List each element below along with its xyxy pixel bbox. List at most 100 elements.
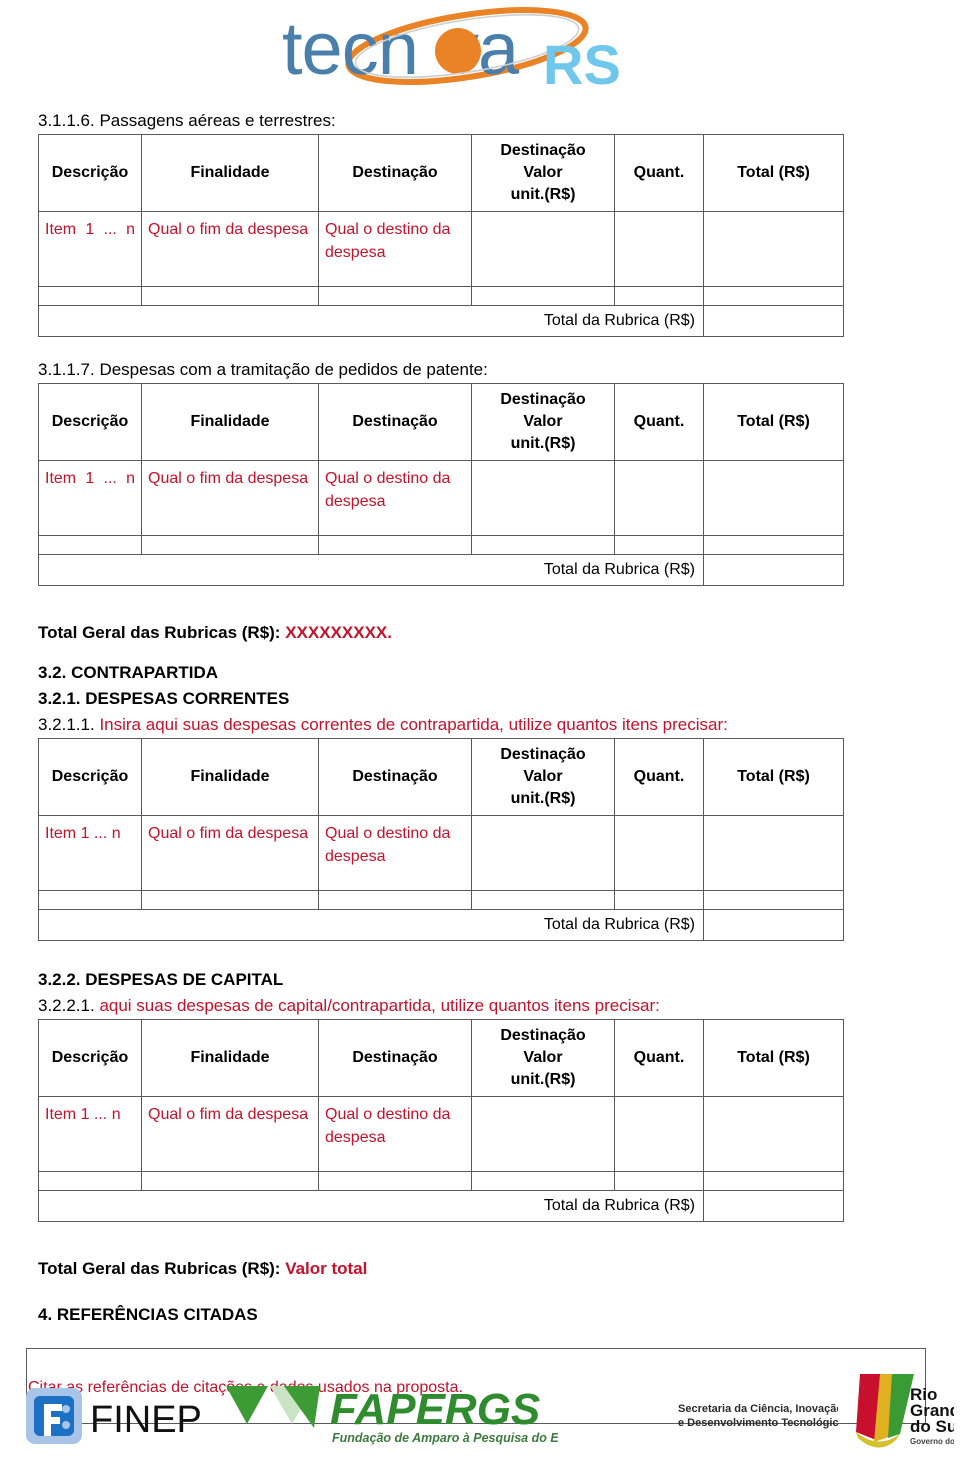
cell-descricao[interactable]: Item 1 ... n <box>38 211 142 287</box>
tecnova-rs-logo-svg: tecn va RS <box>282 7 621 96</box>
cell-finalidade-blank[interactable] <box>141 286 319 306</box>
cell-descricao[interactable]: Item 1 ... n <box>38 460 142 536</box>
col-destinacao: Destinação <box>318 738 472 816</box>
cell-quant-blank[interactable] <box>614 890 704 910</box>
col-quant: Quant. <box>614 134 704 212</box>
rubrica-label: Total da Rubrica (R$) <box>38 1190 704 1222</box>
rubrica-value[interactable] <box>703 554 844 586</box>
cell-valor-blank[interactable] <box>471 535 615 555</box>
svg-text:e Desenvolvimento Tecnológico: e Desenvolvimento Tecnológico <box>678 1417 838 1429</box>
cell-quant-blank[interactable] <box>614 1171 704 1191</box>
table-row-rubrica: Total da Rubrica (R$) <box>38 1190 844 1222</box>
cell-descricao-blank[interactable] <box>38 1171 142 1191</box>
cell-total[interactable] <box>703 815 844 891</box>
cell-valor-unit[interactable] <box>471 1096 615 1172</box>
table-row-blank <box>38 286 844 306</box>
svg-text:RS: RS <box>543 33 621 96</box>
col-valor-line2: Valor <box>523 164 563 181</box>
cell-finalidade[interactable]: Qual o fim da despesa <box>141 1096 319 1172</box>
cell-finalidade-blank[interactable] <box>141 1171 319 1191</box>
cell-quant[interactable] <box>614 1096 704 1172</box>
cell-valor-unit[interactable] <box>471 815 615 891</box>
cell-quant[interactable] <box>614 211 704 287</box>
col-descricao: Descrição <box>38 134 142 212</box>
cell-destinacao[interactable]: Qual o destino da despesa <box>318 460 472 536</box>
cell-finalidade-line1: Qual o fim da <box>148 221 244 238</box>
col-finalidade: Finalidade <box>141 1019 319 1097</box>
cell-destinacao-blank[interactable] <box>318 890 472 910</box>
cell-destinacao[interactable]: Qual o destino da despesa <box>318 1096 472 1172</box>
cell-valor-unit[interactable] <box>471 211 615 287</box>
cell-valor-blank[interactable] <box>471 890 615 910</box>
col-valor-line1: Destinação <box>500 391 586 408</box>
col-descricao: Descrição <box>38 383 142 461</box>
rubrica-label: Total da Rubrica (R$) <box>38 305 704 337</box>
cell-destinacao[interactable]: Qual o destino da despesa <box>318 815 472 891</box>
table-row: Item 1 ... n Qual o fim da despesa Qual … <box>38 211 844 287</box>
heading-3-2-1-1-text: Insira aqui suas despesas correntes de c… <box>94 715 728 734</box>
cell-total[interactable] <box>703 1096 844 1172</box>
cell-total[interactable] <box>703 460 844 536</box>
cell-descricao-line1: Item 1 ... <box>45 470 117 487</box>
table-row-rubrica: Total da Rubrica (R$) <box>38 554 844 586</box>
cell-quant-blank[interactable] <box>614 535 704 555</box>
cell-valor-unit[interactable] <box>471 460 615 536</box>
cell-total-blank[interactable] <box>703 286 844 306</box>
footer-logo-band: FINEP FAPERGS Fundação de Amparo à Pesqu… <box>0 1374 960 1460</box>
heading-3-2-1: 3.2.1. DESPESAS CORRENTES <box>38 689 290 708</box>
svg-text:Fundação de Amparo à Pesquisa: Fundação de Amparo à Pesquisa do Estado … <box>332 1431 558 1445</box>
cell-valor-blank[interactable] <box>471 286 615 306</box>
cell-finalidade-blank[interactable] <box>141 535 319 555</box>
cell-total[interactable] <box>703 211 844 287</box>
cell-descricao-blank[interactable] <box>38 286 142 306</box>
rubrica-value[interactable] <box>703 305 844 337</box>
cell-total-blank[interactable] <box>703 535 844 555</box>
cell-total-blank[interactable] <box>703 890 844 910</box>
rubrica-label: Total da Rubrica (R$) <box>38 909 704 941</box>
cell-valor-blank[interactable] <box>471 1171 615 1191</box>
cell-descricao-line2: n <box>126 470 135 487</box>
heading-3-1-1-7: 3.1.1.7. Despesas com a tramitação de pe… <box>0 357 960 383</box>
col-finalidade: Finalidade <box>141 383 319 461</box>
col-finalidade: Finalidade <box>141 738 319 816</box>
cell-finalidade-blank[interactable] <box>141 890 319 910</box>
cell-descricao[interactable]: Item 1 ... n <box>38 815 142 891</box>
cell-quant[interactable] <box>614 460 704 536</box>
heading-3-2: 3.2. CONTRAPARTIDA <box>38 663 219 682</box>
svg-text:FAPERGS: FAPERGS <box>330 1385 540 1434</box>
col-total: Total (R$) <box>703 134 844 212</box>
cell-finalidade[interactable]: Qual o fim da despesa <box>141 211 319 287</box>
cell-total-blank[interactable] <box>703 1171 844 1191</box>
cell-quant[interactable] <box>614 815 704 891</box>
heading-3-2-2-1: 3.2.2.1. aqui suas despesas de capital/c… <box>0 993 960 1019</box>
cell-destinacao-blank[interactable] <box>318 1171 472 1191</box>
cell-descricao-blank[interactable] <box>38 535 142 555</box>
cell-descricao[interactable]: Item 1 ... n <box>38 1096 142 1172</box>
finep-logo-svg: FINEP <box>26 1388 202 1444</box>
cell-descricao-blank[interactable] <box>38 890 142 910</box>
cell-destinacao-blank[interactable] <box>318 286 472 306</box>
total-geral-rubricas-2: Total Geral das Rubricas (R$): Valor tot… <box>0 1256 960 1282</box>
rubrica-value[interactable] <box>703 1190 844 1222</box>
col-valor-line1: Destinação <box>500 1027 586 1044</box>
cell-destinacao-blank[interactable] <box>318 535 472 555</box>
table-row-blank <box>38 535 844 555</box>
rio-grande-do-sul-logo: Rio Grande do Sul Governo do Estado <box>826 1374 960 1465</box>
finep-logo: FINEP <box>20 1380 202 1457</box>
table-header-row: Descrição Finalidade Destinação Destinaç… <box>38 1019 844 1097</box>
cell-quant-blank[interactable] <box>614 286 704 306</box>
cell-destinacao[interactable]: Qual o destino da despesa <box>318 211 472 287</box>
cell-finalidade[interactable]: Qual o fim da despesa <box>141 815 319 891</box>
cell-destinacao-line1: Qual o destino <box>325 1106 429 1123</box>
tecnova-rs-logo: tecn va RS <box>262 4 662 104</box>
col-quant: Quant. <box>614 1019 704 1097</box>
table-header-row: Descrição Finalidade Destinação Destinaç… <box>38 134 844 212</box>
rubrica-value[interactable] <box>703 909 844 941</box>
table-row-rubrica: Total da Rubrica (R$) <box>38 305 844 337</box>
document-body: 3.1.1.6. Passagens aéreas e terrestres: … <box>0 108 960 1424</box>
cell-finalidade[interactable]: Qual o fim da despesa <box>141 460 319 536</box>
